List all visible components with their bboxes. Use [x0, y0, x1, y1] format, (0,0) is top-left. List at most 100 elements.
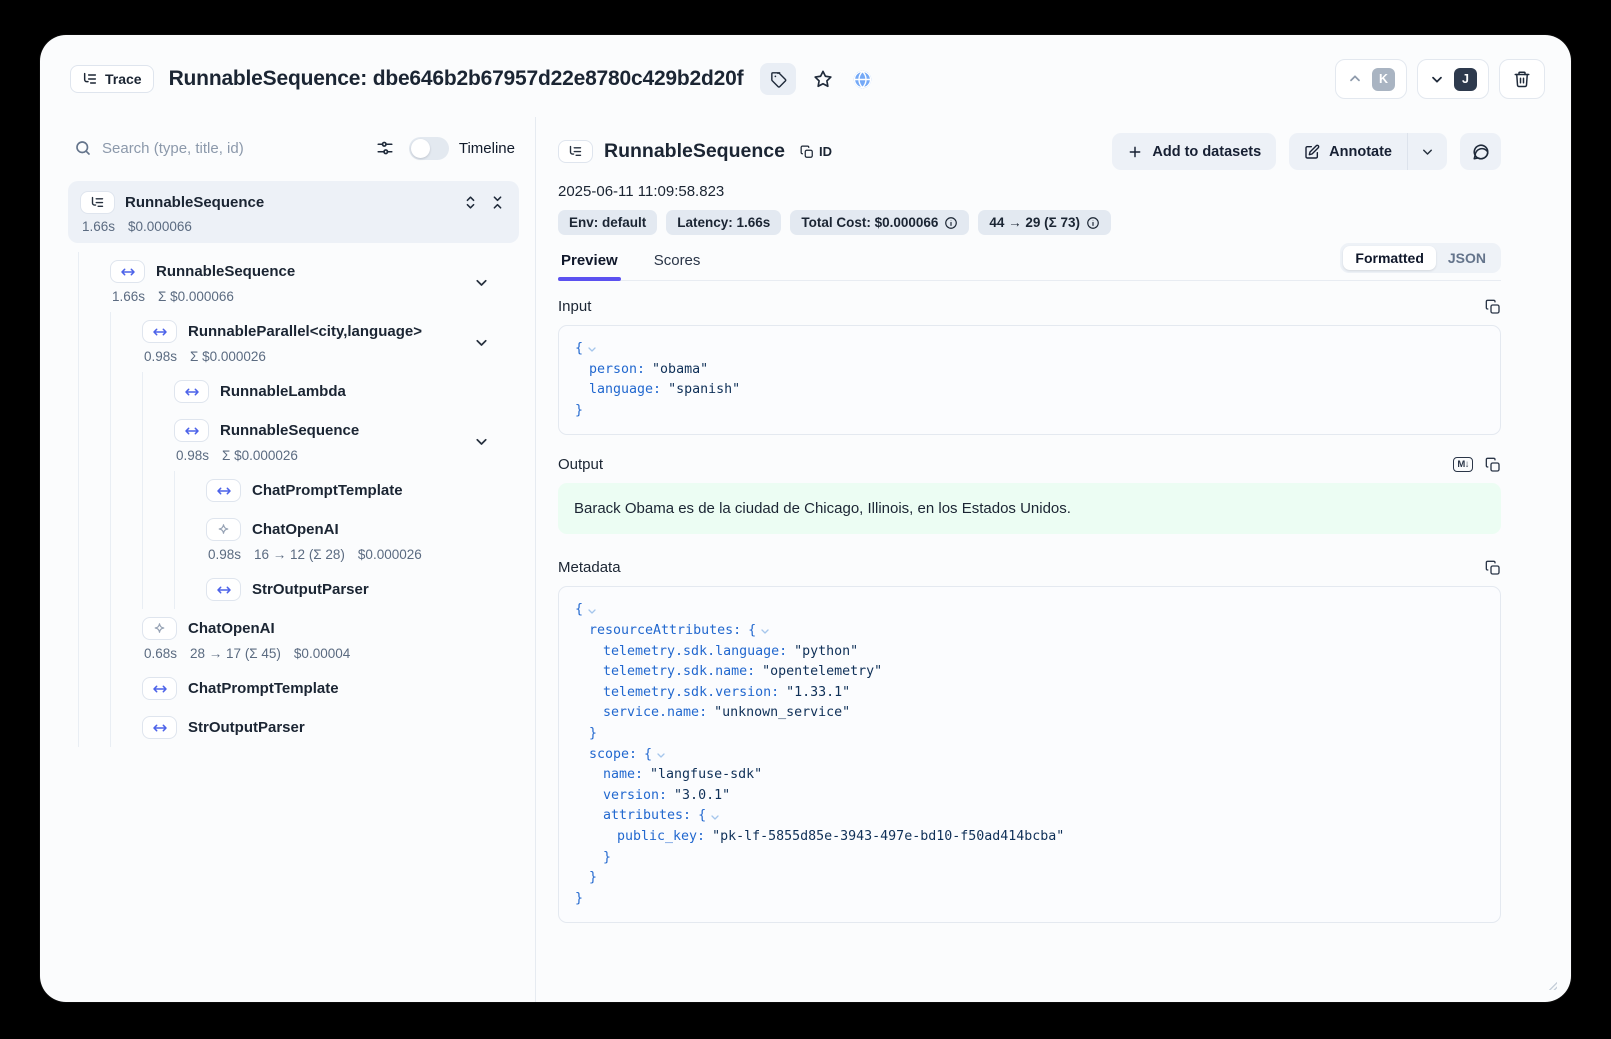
tree-node-runnable-parallel[interactable]: RunnableParallel<city,language> 0.98s Σ …	[111, 312, 519, 372]
app-window: Trace RunnableSequence: dbe646b2b67957d2…	[40, 35, 1571, 1002]
comments-button[interactable]	[1460, 133, 1501, 170]
trace-timestamp: 2025-06-11 11:09:58.823	[558, 183, 1501, 200]
info-icon[interactable]	[944, 216, 958, 230]
collapse-chevron-icon[interactable]	[655, 749, 667, 761]
tree-node-str-output-parser[interactable]: StrOutputParser	[175, 570, 519, 609]
trace-badge-label: Trace	[105, 71, 142, 87]
toggle-knob	[411, 139, 430, 158]
tree-node-runnable-sequence-child[interactable]: RunnableSequence 0.98s Σ $0.000026	[143, 411, 519, 471]
copy-icon	[1485, 560, 1501, 576]
tab-scores[interactable]: Scores	[651, 243, 704, 280]
span-type-badge	[206, 479, 241, 502]
trace-root-row[interactable]: RunnableSequence 1.66s $0.000066	[68, 181, 519, 243]
tree-node-str-output-parser-2[interactable]: StrOutputParser	[111, 708, 519, 747]
copy-input-button[interactable]	[1485, 299, 1501, 315]
tag-icon	[770, 71, 787, 88]
trace-type-badge-detail	[558, 140, 593, 163]
delete-trace-button[interactable]	[1499, 59, 1545, 99]
tree-node-chat-prompt-template-2[interactable]: ChatPromptTemplate	[111, 669, 519, 708]
generation-type-badge	[142, 617, 177, 640]
search-row: Timeline	[68, 129, 519, 167]
copy-output-button[interactable]	[1485, 457, 1501, 473]
span-type-badge	[142, 320, 177, 343]
annotate-split-button: Annotate	[1289, 133, 1447, 170]
span-icon	[152, 720, 168, 736]
timeline-toggle[interactable]	[409, 137, 449, 160]
trace-type-badge: Trace	[70, 65, 154, 93]
tree-node-chat-prompt-template[interactable]: ChatPromptTemplate	[175, 471, 519, 510]
shortcut-key-j: J	[1454, 68, 1477, 91]
annotate-button[interactable]: Annotate	[1289, 133, 1407, 170]
generation-type-badge	[206, 518, 241, 541]
span-icon	[184, 384, 200, 400]
chevron-down-icon	[1420, 144, 1435, 159]
output-section-title: Output	[558, 456, 603, 473]
tab-preview[interactable]: Preview	[558, 243, 621, 280]
tree-node-runnable-lambda[interactable]: RunnableLambda	[143, 372, 519, 411]
preview-scroll-area[interactable]: Input { person:"obama" language:"spanish…	[558, 281, 1501, 1002]
tree-node-chat-openai-2[interactable]: ChatOpenAI 0.68s 28 → 17 (Σ 45) $0.00004	[111, 609, 519, 669]
collapse-all-icon[interactable]	[490, 195, 505, 210]
collapse-chevron-icon[interactable]	[709, 811, 721, 823]
expand-all-icon[interactable]	[463, 195, 478, 210]
format-toggle: Formatted JSON	[1340, 243, 1501, 273]
format-option-json[interactable]: JSON	[1436, 246, 1498, 270]
trace-root-cost: $0.000066	[128, 219, 192, 234]
trace-root-name: RunnableSequence	[125, 194, 453, 211]
annotate-dropdown-button[interactable]	[1407, 133, 1447, 170]
env-badge: Env: default	[558, 210, 657, 235]
star-icon	[813, 69, 833, 89]
edit-square-icon	[1304, 144, 1320, 160]
collapse-chevron-icon[interactable]	[586, 343, 598, 355]
copy-metadata-button[interactable]	[1485, 560, 1501, 576]
metadata-json-viewer: { resourceAttributes:{ telemetry.sdk.lan…	[558, 586, 1501, 923]
latency-badge: Latency: 1.66s	[666, 210, 781, 235]
list-tree-icon	[82, 71, 98, 87]
chevron-down-icon[interactable]	[473, 334, 490, 351]
span-icon	[152, 681, 168, 697]
tree-node-chat-openai[interactable]: ChatOpenAI 0.98s 16 → 12 (Σ 28) $0.00002…	[175, 510, 519, 570]
add-to-datasets-button[interactable]: Add to datasets	[1112, 133, 1276, 170]
markdown-toggle-icon[interactable]: M↓	[1453, 457, 1473, 472]
collapse-chevron-icon[interactable]	[759, 625, 771, 637]
page-title: RunnableSequence: dbe646b2b67957d22e8780…	[169, 67, 744, 91]
id-label: ID	[819, 144, 832, 159]
copy-id-button[interactable]: ID	[800, 144, 832, 159]
trace-root-latency: 1.66s	[82, 219, 115, 234]
tree-node-runnable-sequence[interactable]: RunnableSequence 1.66s Σ $0.000066	[79, 252, 519, 312]
tags-button[interactable]	[760, 63, 796, 95]
collapse-chevron-icon[interactable]	[586, 605, 598, 617]
span-type-badge	[142, 716, 177, 739]
observation-tree: RunnableSequence 1.66s Σ $0.000066	[68, 252, 519, 747]
filter-button[interactable]	[373, 136, 397, 160]
timeline-label: Timeline	[459, 140, 515, 157]
chevron-down-icon	[1429, 71, 1445, 87]
chevron-down-icon[interactable]	[473, 274, 490, 291]
comment-bubble-icon	[1472, 143, 1490, 161]
shortcut-key-k: K	[1372, 68, 1395, 91]
info-icon[interactable]	[1086, 216, 1100, 230]
search-input[interactable]	[102, 140, 363, 157]
input-section-title: Input	[558, 298, 591, 315]
format-option-formatted[interactable]: Formatted	[1343, 246, 1435, 270]
span-type-badge	[174, 419, 209, 442]
filter-sliders-icon	[376, 139, 394, 157]
generation-sparkle-icon	[152, 621, 167, 636]
copy-icon	[800, 145, 814, 159]
span-type-badge	[174, 380, 209, 403]
search-icon	[74, 139, 92, 157]
list-tree-icon	[568, 144, 583, 159]
span-icon	[216, 483, 232, 499]
span-icon	[184, 423, 200, 439]
next-observation-button[interactable]: J	[1417, 59, 1489, 99]
token-usage-badge: 44 → 29 (Σ 73)	[978, 210, 1111, 235]
resize-handle[interactable]	[1546, 979, 1557, 990]
trace-tree-sidebar: Timeline RunnableSequence 1.66s $0.00006…	[40, 117, 536, 1002]
prev-observation-button[interactable]: K	[1335, 59, 1407, 99]
copy-icon	[1485, 457, 1501, 473]
public-share-button[interactable]	[850, 67, 875, 92]
chevron-down-icon[interactable]	[473, 433, 490, 450]
bookmark-button[interactable]	[811, 67, 835, 91]
span-icon	[152, 324, 168, 340]
output-content: Barack Obama es de la ciudad de Chicago,…	[558, 483, 1501, 534]
